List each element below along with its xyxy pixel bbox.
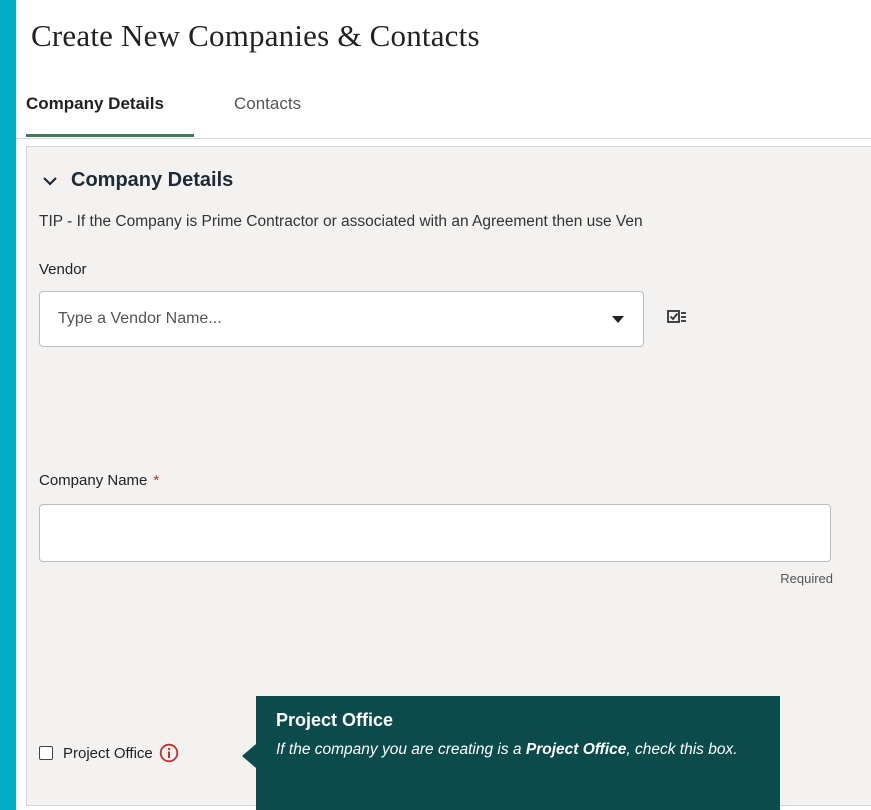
chevron-down-icon — [43, 176, 57, 186]
tooltip-body: If the company you are creating is a Pro… — [276, 739, 760, 761]
tab-contacts[interactable]: Contacts — [234, 94, 301, 114]
tab-company-details[interactable]: Company Details — [26, 94, 164, 114]
required-hint: Required — [780, 571, 833, 586]
active-tab-indicator — [26, 134, 194, 137]
tooltip-arrow — [242, 744, 256, 768]
project-office-label[interactable]: Project Office — [63, 745, 153, 762]
company-name-input[interactable] — [39, 504, 831, 562]
vendor-label: Vendor — [39, 261, 87, 278]
tip-text: TIP - If the Company is Prime Contractor… — [39, 213, 643, 230]
info-icon[interactable] — [159, 743, 179, 763]
tab-bar: Company Details Contacts — [16, 88, 871, 139]
section-toggle[interactable]: Company Details — [41, 169, 233, 192]
vendor-input[interactable] — [40, 292, 580, 346]
page-title: Create New Companies & Contacts — [31, 18, 480, 53]
project-office-tooltip: Project Office If the company you are cr… — [256, 696, 780, 810]
project-office-checkbox[interactable] — [39, 746, 53, 760]
dropdown-arrow-icon[interactable] — [611, 312, 625, 326]
company-name-label: Company Name * — [39, 472, 159, 489]
section-title: Company Details — [71, 169, 234, 191]
tooltip-body-prefix: If the company you are creating is a — [276, 741, 526, 758]
vendor-select[interactable] — [39, 291, 644, 347]
tooltip-title: Project Office — [276, 710, 394, 730]
tooltip-body-suffix: , check this box. — [626, 741, 738, 758]
tooltip-body-emphasis: Project Office — [525, 741, 627, 758]
checklist-picker-icon[interactable] — [667, 308, 687, 326]
main-panel: Create New Companies & Contacts Company … — [16, 0, 871, 810]
project-office-row: Project Office — [39, 743, 179, 763]
required-star: * — [153, 472, 160, 489]
company-name-label-text: Company Name — [39, 472, 148, 489]
